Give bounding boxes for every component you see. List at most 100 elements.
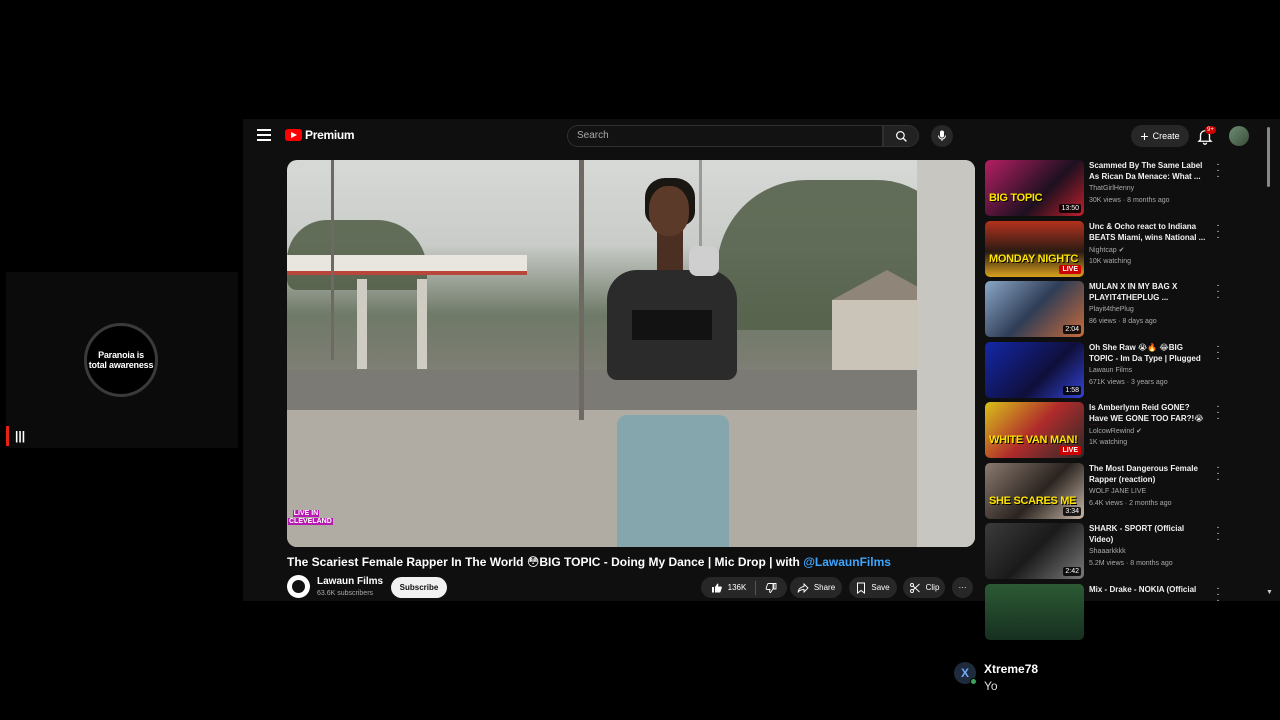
video-player[interactable]: LIVE IN CLEVELAND (287, 160, 975, 547)
recommendation-item[interactable]: 2:42 SHARK - SPORT (Official Video) Shaaar… (985, 523, 1225, 579)
notification-message: Yo (984, 679, 998, 693)
recommendation-thumbnail[interactable]: SHE SCARES ME 3:34 (985, 462, 1084, 519)
search-icon (895, 130, 907, 142)
scroll-down-arrow-icon[interactable]: ▼ (1266, 589, 1273, 596)
create-label: Create (1152, 131, 1180, 141)
video-title-mention-link[interactable]: @LawaunFilms (803, 555, 891, 569)
recommendation-title[interactable]: Mix - Drake - NOKIA (Official (1089, 584, 1209, 595)
recommendation-meta: 10K watching (1089, 257, 1132, 265)
recommendation-channel[interactable]: Playit4thePlug (1089, 306, 1134, 313)
thumbs-down-icon[interactable] (765, 582, 777, 594)
watermark-line-1: LIVE IN (292, 510, 320, 517)
duration-badge: 3:34 (1063, 506, 1081, 516)
video-watermark-logo: LIVE IN CLEVELAND (288, 510, 333, 540)
recommendation-thumbnail[interactable]: 2:04 (985, 281, 1084, 337)
chat-notification[interactable]: X Xtreme78 Yo (944, 650, 1264, 702)
recommendation-title[interactable]: MULAN X IN MY BAG X PLAYIT4THEPLUG ... (1089, 281, 1209, 303)
more-vertical-icon[interactable]: · · · (1215, 341, 1221, 363)
more-vertical-icon[interactable]: · · · (1215, 462, 1221, 484)
scrollbar-thumb[interactable] (1267, 127, 1270, 187)
bookmark-icon (857, 582, 866, 594)
recommendation-item[interactable]: 2:04 MULAN X IN MY BAG X PLAYIT4THEPLUG .… (985, 281, 1225, 337)
logo-text: Premium (305, 128, 355, 142)
youtube-premium-logo[interactable]: Premium (285, 128, 355, 142)
recommendation-meta: 671K views · 3 years ago (1089, 378, 1168, 386)
recommendation-channel[interactable]: LolcowRewind ✔ (1089, 427, 1142, 435)
more-vertical-icon[interactable]: · · · (1215, 523, 1221, 545)
recommendation-item[interactable]: 1:58 Oh She Raw 😭🔥 😂BIG TOPIC - Im Da Typ… (985, 341, 1225, 398)
microphone-icon (938, 130, 946, 141)
recommendation-title[interactable]: Scammed By The Same Label As Rican Da Me… (1089, 160, 1209, 182)
video-frame-pole (331, 160, 334, 360)
recommendation-thumbnail[interactable]: 2:42 (985, 523, 1084, 579)
recommendation-channel[interactable]: Shaaarkkkk (1089, 548, 1126, 555)
recommendation-thumbnail[interactable]: WHITE VAN MAN! LIVE (985, 402, 1084, 458)
channel-name[interactable]: Lawaun Films (317, 576, 383, 587)
more-actions-button[interactable]: ··· (952, 577, 973, 598)
more-vertical-icon[interactable]: · · · (1215, 583, 1221, 605)
recommendation-item[interactable]: Mix - Drake - NOKIA (Official · · · (985, 583, 1225, 640)
more-vertical-icon[interactable]: · · · (1215, 220, 1221, 242)
masthead: Premium Search + Create 9+ (243, 119, 1280, 153)
subscribe-button[interactable]: Subscribe (391, 577, 447, 598)
live-badge: LIVE (1059, 264, 1081, 274)
save-button[interactable]: Save (849, 577, 897, 598)
share-label: Share (813, 583, 836, 592)
video-frame-wall (917, 160, 975, 547)
live-badge: LIVE (1059, 446, 1081, 455)
recommendation-thumbnail[interactable]: MONDAY NIGHTC LIVE (985, 220, 1084, 277)
watermark-line-2: CLEVELAND (288, 518, 333, 525)
more-vertical-icon[interactable]: · · · (1215, 402, 1221, 424)
plus-icon: + (1140, 128, 1149, 144)
recommendation-channel[interactable]: Nightcap ✔ (1089, 246, 1124, 254)
duration-badge: 2:42 (1063, 567, 1081, 576)
recommendation-thumbnail[interactable] (985, 583, 1084, 640)
thumbnail-text: MONDAY NIGHTC (989, 252, 1078, 265)
recommendation-item[interactable]: BIG TOPIC 13:50 Scammed By The Same Label … (985, 160, 1225, 216)
menu-icon[interactable] (257, 129, 271, 141)
account-avatar[interactable] (1229, 126, 1249, 146)
video-title: The Scariest Female Rapper In The World … (287, 555, 977, 569)
more-horizontal-icon: ··· (958, 583, 967, 592)
create-button[interactable]: + Create (1131, 125, 1189, 147)
recommendation-title[interactable]: The Most Dangerous Female Rapper (reacti… (1089, 463, 1209, 485)
recommendation-title[interactable]: Unc & Ocho react to Indiana BEATS Miami,… (1089, 221, 1209, 243)
share-button[interactable]: Share (790, 577, 842, 598)
recommendation-title[interactable]: Is Amberlynn Reid GONE? Have WE GONE TOO… (1089, 402, 1209, 425)
recommendation-item[interactable]: WHITE VAN MAN! LIVE Is Amberlynn Reid GONE… (985, 402, 1225, 458)
video-frame-mic (689, 246, 719, 276)
recommendation-item[interactable]: SHE SCARES ME 3:34 The Most Dangerous Fema… (985, 462, 1225, 519)
share-icon (797, 582, 809, 593)
clip-button[interactable]: Clip (903, 577, 945, 598)
recommendation-thumbnail[interactable]: BIG TOPIC 13:50 (985, 160, 1084, 216)
thumbnail-text: WHITE VAN MAN! (989, 434, 1078, 446)
recommendation-meta: 86 views · 8 days ago (1089, 318, 1157, 325)
video-frame-top (632, 310, 712, 340)
video-frame-pole-center (579, 160, 584, 420)
recommendation-meta: 5.2M views · 8 months ago (1089, 560, 1173, 567)
recommendation-channel[interactable]: Lawaun Films (1089, 367, 1132, 374)
like-divider (755, 580, 757, 595)
like-count[interactable]: 136K (728, 583, 747, 592)
recommendation-meta: 30K views · 8 months ago (1089, 197, 1170, 204)
search-button[interactable] (883, 125, 919, 147)
recommendation-title[interactable]: Oh She Raw 😭🔥 😂BIG TOPIC - Im Da Type | … (1089, 342, 1209, 365)
search-input[interactable]: Search (567, 125, 883, 147)
recommendation-channel[interactable]: ThatGirlHenny (1089, 185, 1134, 192)
video-frame-neck (657, 230, 683, 270)
video-title-text: The Scariest Female Rapper In The World … (287, 555, 804, 569)
recommendation-channel[interactable]: WOLF JANE LIVE (1089, 488, 1146, 495)
more-vertical-icon[interactable]: · · · (1215, 160, 1221, 182)
recommendation-thumbnail[interactable]: 1:58 (985, 341, 1084, 398)
recommendation-title[interactable]: SHARK - SPORT (Official Video) (1089, 523, 1209, 545)
page-scrollbar[interactable] (1267, 127, 1271, 593)
thumbs-up-icon[interactable] (711, 582, 723, 594)
badge-line-2: total awareness (88, 360, 154, 370)
video-frame-gas-station (287, 255, 527, 275)
badge-line-1: Paranoia is (98, 350, 144, 360)
recommendation-item[interactable]: MONDAY NIGHTC LIVE Unc & Ocho react to Ind… (985, 220, 1225, 277)
channel-avatar[interactable] (287, 575, 310, 598)
channel-subscriber-count: 63.6K subscribers (317, 590, 374, 597)
more-vertical-icon[interactable]: · · · (1215, 281, 1221, 303)
voice-search-button[interactable] (931, 125, 953, 147)
